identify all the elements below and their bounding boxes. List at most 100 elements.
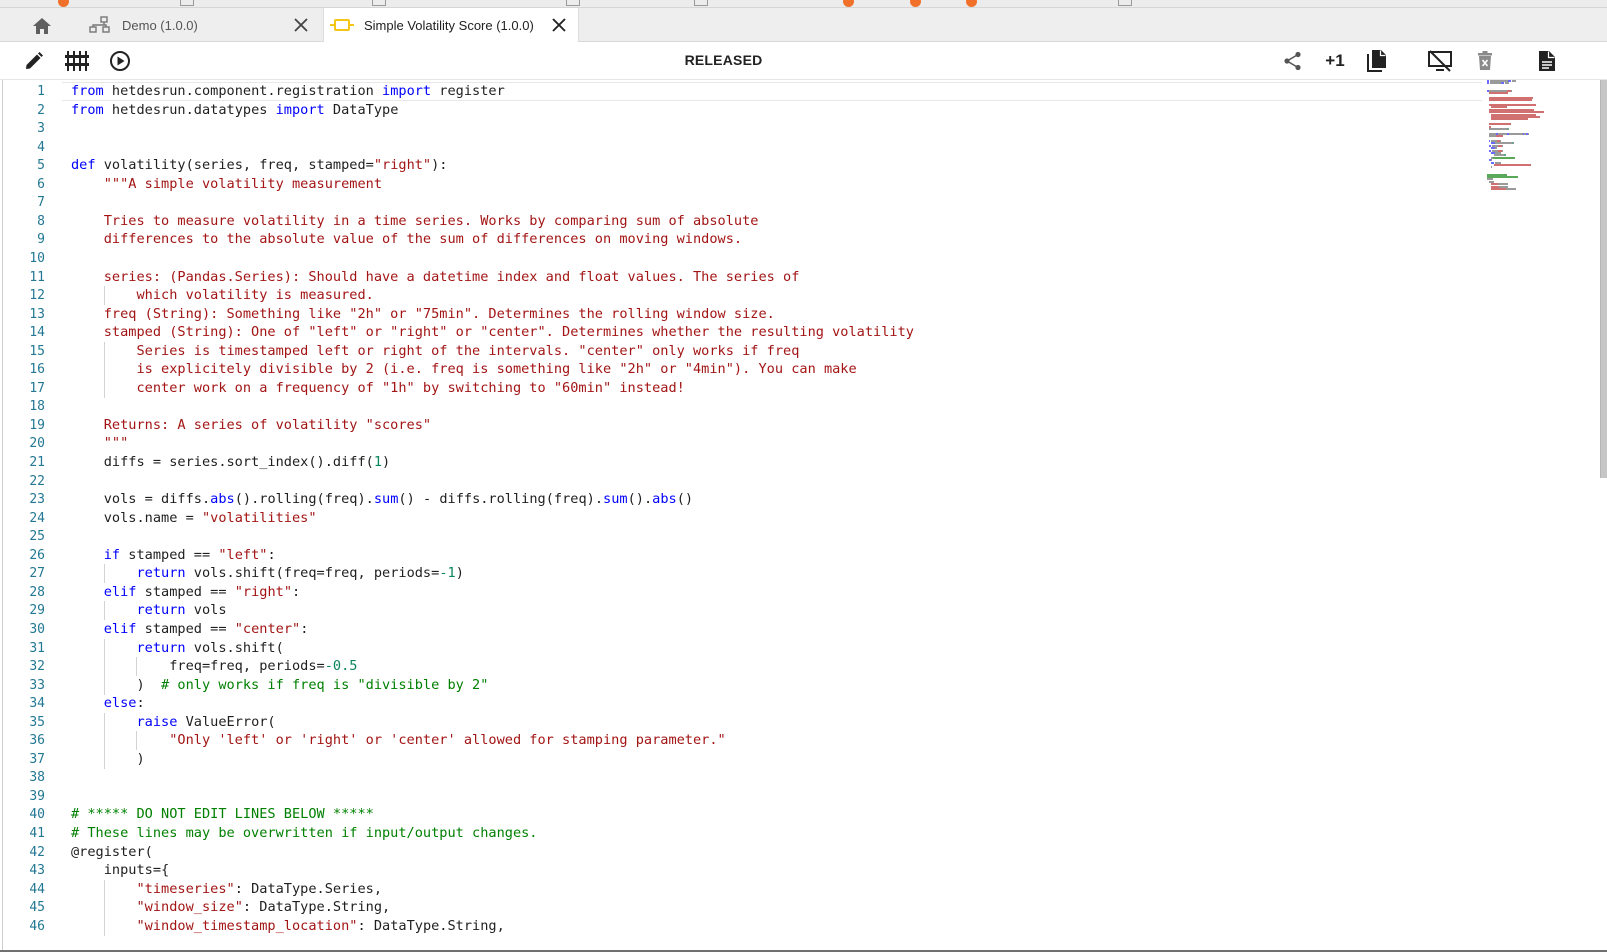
code-token: register <box>431 83 505 99</box>
tab-workflow[interactable]: Demo (1.0.0) <box>84 8 320 42</box>
share-icon <box>1284 51 1301 71</box>
code-token: "right" <box>234 583 293 600</box>
code-line[interactable]: 17 center work on a frequency of "1h" by… <box>0 378 1480 398</box>
code-line[interactable]: 34 else: <box>0 694 1480 713</box>
code-line[interactable]: 31 return vols.shift( <box>0 638 1480 658</box>
code-text: elif stamped == "center": <box>71 620 309 639</box>
minimap-stroke <box>1511 80 1517 82</box>
code-line[interactable]: 9 differences to the absolute value of t… <box>0 230 1480 249</box>
code-text: return vols <box>71 601 227 620</box>
close-tab-button[interactable] <box>548 14 570 36</box>
code-token: : <box>267 546 276 563</box>
vertical-scrollbar[interactable] <box>1600 80 1607 478</box>
code-line[interactable]: 25 <box>0 527 1480 546</box>
code-token: return <box>136 602 186 619</box>
code-line[interactable]: 23 vols = diffs.abs().rolling(freq).sum(… <box>0 490 1480 509</box>
code-line[interactable]: 3 <box>0 119 1480 138</box>
code-text: freq (String): Something like "2h" or "7… <box>71 305 775 324</box>
line-number: 23 <box>29 492 45 508</box>
code-token: is explicitely divisible by 2 (i.e. freq… <box>71 361 857 378</box>
minimap-stroke <box>1500 82 1505 85</box>
code-line[interactable]: 39 <box>0 787 1480 806</box>
code-line[interactable]: 30 elif stamped == "center": <box>0 620 1480 639</box>
copy-count-button[interactable]: +1 <box>1320 47 1350 75</box>
execute-icon <box>110 51 130 71</box>
code-line[interactable]: 35 raise ValueError( <box>0 712 1480 732</box>
minimap-stroke <box>1489 123 1512 126</box>
code-line[interactable]: 45 "window_size": DataType.String, <box>0 898 1480 918</box>
code-line[interactable]: 19 Returns: A series of volatility "scor… <box>0 416 1480 435</box>
code-line[interactable]: 8 Tries to measure volatility in a time … <box>0 212 1480 231</box>
minimap[interactable] <box>1487 80 1592 200</box>
code-line[interactable]: 41 # These lines may be overwritten if in… <box>0 824 1480 843</box>
code-line[interactable]: 42 @register( <box>0 843 1480 862</box>
code-line[interactable]: 32 freq=freq, periods=-0.5 <box>0 657 1480 677</box>
edit-button[interactable] <box>19 47 49 75</box>
code-line[interactable]: 43 inputs={ <box>0 861 1480 880</box>
close-tab-button[interactable] <box>290 14 312 36</box>
line-number: 44 <box>29 881 45 897</box>
code-token: if <box>103 546 121 563</box>
code-line[interactable]: 12 which volatility is measured. <box>0 286 1480 306</box>
code-line[interactable]: 16 is explicitely divisible by 2 (i.e. f… <box>0 360 1480 380</box>
code-line[interactable]: 37 ) <box>0 749 1480 769</box>
code-text: from hetdesrun.datatypes import DataType <box>71 101 398 120</box>
code-line[interactable]: 26 if stamped == "left": <box>0 546 1480 565</box>
code-line[interactable]: 14 stamped (String): One of "left" or "r… <box>0 323 1480 342</box>
code-line[interactable]: 44 "timeseries": DataType.Series, <box>0 879 1480 899</box>
code-line[interactable]: 5 def volatility(series, freq, stamped="r… <box>0 156 1480 175</box>
delete-button[interactable] <box>1470 47 1500 75</box>
execute-button[interactable] <box>105 47 135 75</box>
code-line[interactable]: 21 diffs = series.sort_index().diff(1) <box>0 453 1480 472</box>
code-line[interactable]: 22 <box>0 472 1480 491</box>
code-line[interactable]: 28 elif stamped == "right": <box>0 583 1480 602</box>
code-line[interactable]: 15 Series is timestamped left or right o… <box>0 341 1480 361</box>
home-button[interactable] <box>28 14 56 38</box>
line-number: 9 <box>37 232 45 248</box>
code-line[interactable]: 11 series: (Pandas.Series): Should have … <box>0 268 1480 287</box>
code-line[interactable]: 46 "window_timestamp_location": DataType… <box>0 916 1480 936</box>
code-token: : DataType.String, <box>357 917 505 934</box>
code-line[interactable]: 40 # ***** DO NOT EDIT LINES BELOW ***** <box>0 805 1480 824</box>
code-line[interactable]: 6 """A simple volatility measurement <box>0 175 1480 194</box>
line-number: 21 <box>29 455 45 470</box>
documentation-button[interactable] <box>1532 47 1562 75</box>
line-number: 29 <box>29 603 45 619</box>
share-button[interactable] <box>1278 47 1308 75</box>
code-line[interactable]: 20 """ <box>0 434 1480 453</box>
line-number: 7 <box>37 195 45 211</box>
code-line[interactable]: 13 freq (String): Something like "2h" or… <box>0 305 1480 324</box>
minimap-stroke <box>1489 135 1496 138</box>
code-line[interactable]: 2 from hetdesrun.datatypes import DataTyp… <box>0 101 1480 120</box>
copy-button[interactable] <box>1362 47 1392 75</box>
code-text: freq=freq, periods=-0.5 <box>71 657 357 676</box>
code-line[interactable]: 18 <box>0 397 1480 416</box>
code-text: from hetdesrun.component.registration im… <box>71 82 505 101</box>
code-line[interactable]: 36 "Only 'left' or 'right' or 'center' a… <box>0 731 1480 751</box>
io-config-button[interactable] <box>62 47 92 75</box>
code-line[interactable]: 1 from hetdesrun.component.registration i… <box>0 82 1482 101</box>
close-icon <box>294 18 308 32</box>
code-line[interactable]: 33 ) # only works if freq is "divisible … <box>0 675 1480 695</box>
code-editor[interactable]: 1 from hetdesrun.component.registration i… <box>0 79 1607 952</box>
line-number: 16 <box>29 362 45 378</box>
code-text: def volatility(series, freq, stamped="ri… <box>71 156 448 175</box>
code-token: vols <box>185 602 227 619</box>
delete-icon <box>1478 51 1492 70</box>
code-text: ) <box>71 750 144 769</box>
code-line[interactable]: 38 <box>0 768 1480 787</box>
line-number: 31 <box>29 640 45 656</box>
hide-preview-button[interactable] <box>1425 47 1455 75</box>
code-text: series: (Pandas.Series): Should have a d… <box>71 268 800 287</box>
code-line[interactable]: 4 <box>0 138 1480 157</box>
code-token: @register( <box>71 843 153 860</box>
code-text: Returns: A series of volatility "scores" <box>71 416 431 435</box>
code-line[interactable]: 27 return vols.shift(freq=freq, periods=… <box>0 564 1480 584</box>
code-line[interactable]: 10 <box>0 249 1480 268</box>
minimap-stroke <box>1493 156 1516 159</box>
code-line[interactable]: 29 return vols <box>0 601 1480 621</box>
tab-component[interactable]: Simple Volatility Score (1.0.0) <box>323 8 579 42</box>
code-line[interactable]: 24 vols.name = "volatilities" <box>0 509 1480 528</box>
code-line[interactable]: 7 <box>0 193 1480 212</box>
